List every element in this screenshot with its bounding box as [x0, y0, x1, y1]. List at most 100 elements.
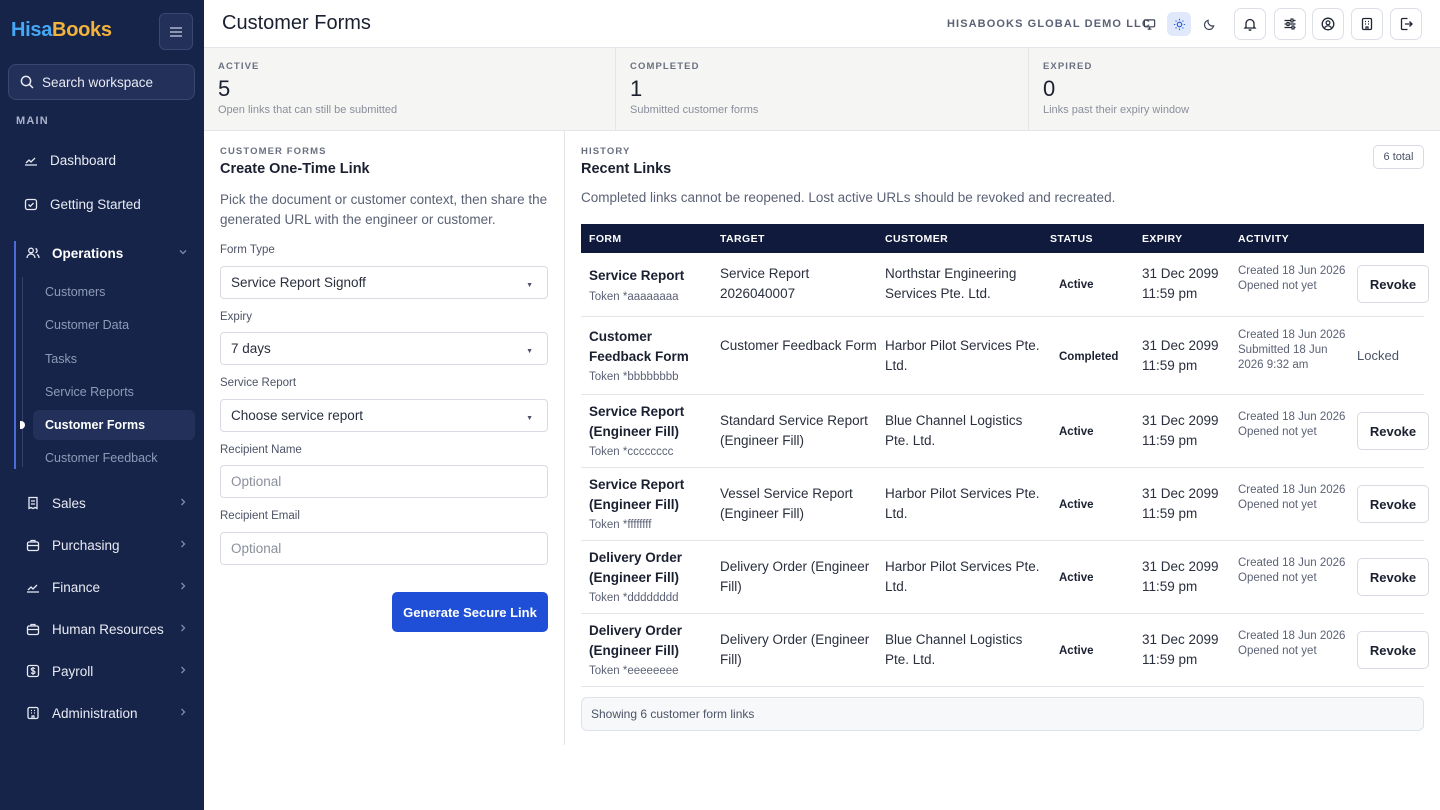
search-input[interactable]: Search workspace [8, 64, 195, 100]
expiry-select[interactable]: 7 days ▼ [220, 332, 548, 365]
revoke-button[interactable]: Revoke [1357, 631, 1429, 669]
revoke-button[interactable]: Revoke [1357, 485, 1429, 523]
profile-button[interactable] [1312, 8, 1344, 40]
activity-status: Opened not yet [1238, 572, 1317, 584]
chevron-right-icon [181, 582, 186, 590]
table-row: Service Report (Engineer Fill) Token *fff… [581, 468, 1429, 541]
sidebar-item-getting-started[interactable]: Getting Started [14, 187, 196, 221]
stat-value: 5 [218, 76, 231, 101]
form-type-value: Service Report Signoff [231, 275, 366, 290]
sidebar-item-purchasing[interactable]: Purchasing [16, 528, 198, 562]
panel-title: Recent Links [581, 161, 672, 177]
caret-down-icon: ▼ [526, 415, 533, 422]
sidebar-sub-customer-data[interactable]: Customer Data [33, 310, 195, 340]
sidebar-sub-customer-forms[interactable]: Customer Forms [33, 410, 195, 440]
bell-icon [1243, 18, 1257, 31]
sidebar-item-label: Purchasing [52, 537, 120, 553]
row-target: Customer Feedback Form [720, 338, 877, 353]
theme-light-button[interactable] [1167, 12, 1191, 36]
briefcase-icon [26, 539, 40, 552]
expiry-value: 7 days [231, 341, 271, 356]
generate-link-button[interactable]: Generate Secure Link [392, 592, 548, 632]
sidebar-item-label: Operations [52, 245, 124, 261]
sidebar-item-payroll[interactable]: Payroll [16, 654, 198, 688]
service-report-select[interactable]: Choose service report ▼ [220, 399, 548, 432]
theme-dark-button[interactable] [1197, 12, 1221, 36]
filters-button[interactable] [1274, 8, 1306, 40]
form-name: Service Report [589, 268, 685, 283]
sidebar-item-finance[interactable]: Finance [16, 570, 198, 604]
activity-created: Created 18 Jun 2026 [1238, 411, 1346, 423]
revoke-button[interactable]: Revoke [1357, 265, 1429, 303]
company-name[interactable]: HISABOOKS GLOBAL DEMO LLC [947, 18, 1151, 30]
caret-down-icon: ▼ [526, 348, 533, 355]
token: Token *cccccccc [589, 446, 674, 458]
stat-label: COMPLETED [630, 61, 700, 72]
building-icon [27, 706, 39, 720]
table-row: Delivery Order (Engineer Fill) Token *ddd… [581, 541, 1429, 614]
sidebar-item-label: Sales [52, 495, 86, 511]
chevron-right-icon [181, 708, 186, 716]
sidebar-item-administration[interactable]: Administration [16, 696, 198, 730]
row-form: Service Report (Engineer Fill) Token *ccc… [589, 402, 714, 463]
row-expiry: 31 Dec 2099 11:59 pm [1142, 413, 1219, 448]
row-form: Customer Feedback Form Token *bbbbbbbb [589, 327, 714, 388]
row-customer: Harbor Pilot Services Pte. Ltd. [885, 486, 1040, 521]
sun-icon [1173, 18, 1185, 30]
sidebar-item-operations[interactable]: Operations [16, 236, 198, 270]
receipt-icon [28, 496, 38, 510]
status-badge: Active [1059, 426, 1094, 438]
sidebar-sub-service-reports[interactable]: Service Reports [33, 377, 195, 407]
sidebar-item-human-resources[interactable]: Human Resources [16, 612, 198, 646]
revoke-button[interactable]: Revoke [1357, 412, 1429, 450]
status-badge: Active [1059, 572, 1094, 584]
menu-toggle-button[interactable] [159, 13, 193, 50]
sidebar-item-label: Human Resources [52, 621, 164, 637]
recipient-email-input[interactable]: Optional [220, 532, 548, 565]
column-header-expiry: EXPIRY [1142, 233, 1183, 245]
revoke-button[interactable]: Revoke [1357, 558, 1429, 596]
row-expiry: 31 Dec 2099 11:59 pm [1142, 338, 1219, 373]
locked-label: Locked [1357, 348, 1399, 363]
table-row: Service Report (Engineer Fill) Token *ccc… [581, 395, 1429, 468]
links-table: FORM TARGET CUSTOMER STATUS EXPIRY ACTIV… [581, 224, 1429, 687]
sidebar-item-sales[interactable]: Sales [16, 486, 198, 520]
row-customer: Blue Channel Logistics Pte. Ltd. [885, 632, 1023, 667]
row-activity: Created 18 Jun 2026 Opened not yet [1238, 410, 1348, 440]
company-button[interactable] [1351, 8, 1383, 40]
logo[interactable]: HisaBooks [11, 19, 112, 42]
sidebar-item-dashboard[interactable]: Dashboard [14, 143, 196, 177]
sidebar-sub-customers[interactable]: Customers [33, 277, 195, 307]
row-customer: Harbor Pilot Services Pte. Ltd. [885, 338, 1040, 373]
sidebar-item-label: Payroll [52, 663, 94, 679]
stat-expired: EXPIRED 0 Links past their expiry window [1029, 48, 1440, 131]
form-type-select[interactable]: Service Report Signoff ▼ [220, 266, 548, 299]
table-header: FORM TARGET CUSTOMER STATUS EXPIRY ACTIV… [581, 224, 1424, 253]
recipient-name-input[interactable]: Optional [220, 465, 548, 498]
column-header-status: STATUS [1050, 233, 1093, 245]
recipient-email-label: Recipient Email [220, 510, 300, 522]
moon-icon [1203, 19, 1214, 30]
total-badge: 6 total [1373, 145, 1424, 169]
logout-icon [1400, 17, 1413, 31]
sidebar-item-label: Getting Started [50, 196, 141, 212]
column-header-target: TARGET [720, 233, 765, 245]
row-form: Service Report (Engineer Fill) Token *fff… [589, 475, 714, 536]
table-row: Delivery Order (Engineer Fill) Token *eee… [581, 614, 1429, 687]
sidebar-sub-customer-feedback[interactable]: Customer Feedback [33, 443, 195, 473]
row-activity: Created 18 Jun 2026 Opened not yet [1238, 556, 1348, 586]
row-form: Delivery Order (Engineer Fill) Token *ddd… [589, 548, 714, 609]
chevron-right-icon [181, 666, 186, 674]
theme-system-button[interactable] [1137, 12, 1161, 36]
trend-icon [27, 584, 39, 593]
row-expiry: 31 Dec 2099 11:59 pm [1142, 266, 1219, 301]
form-type-label: Form Type [220, 244, 275, 256]
logout-button[interactable] [1390, 8, 1422, 40]
stat-desc: Open links that can still be submitted [218, 104, 398, 116]
sidebar-sub-tasks[interactable]: Tasks [33, 344, 195, 374]
recipient-name-label: Recipient Name [220, 444, 302, 456]
monitor-icon [1143, 18, 1155, 30]
notifications-button[interactable] [1234, 8, 1266, 40]
stat-value: 1 [630, 76, 643, 101]
active-indicator [20, 421, 25, 429]
